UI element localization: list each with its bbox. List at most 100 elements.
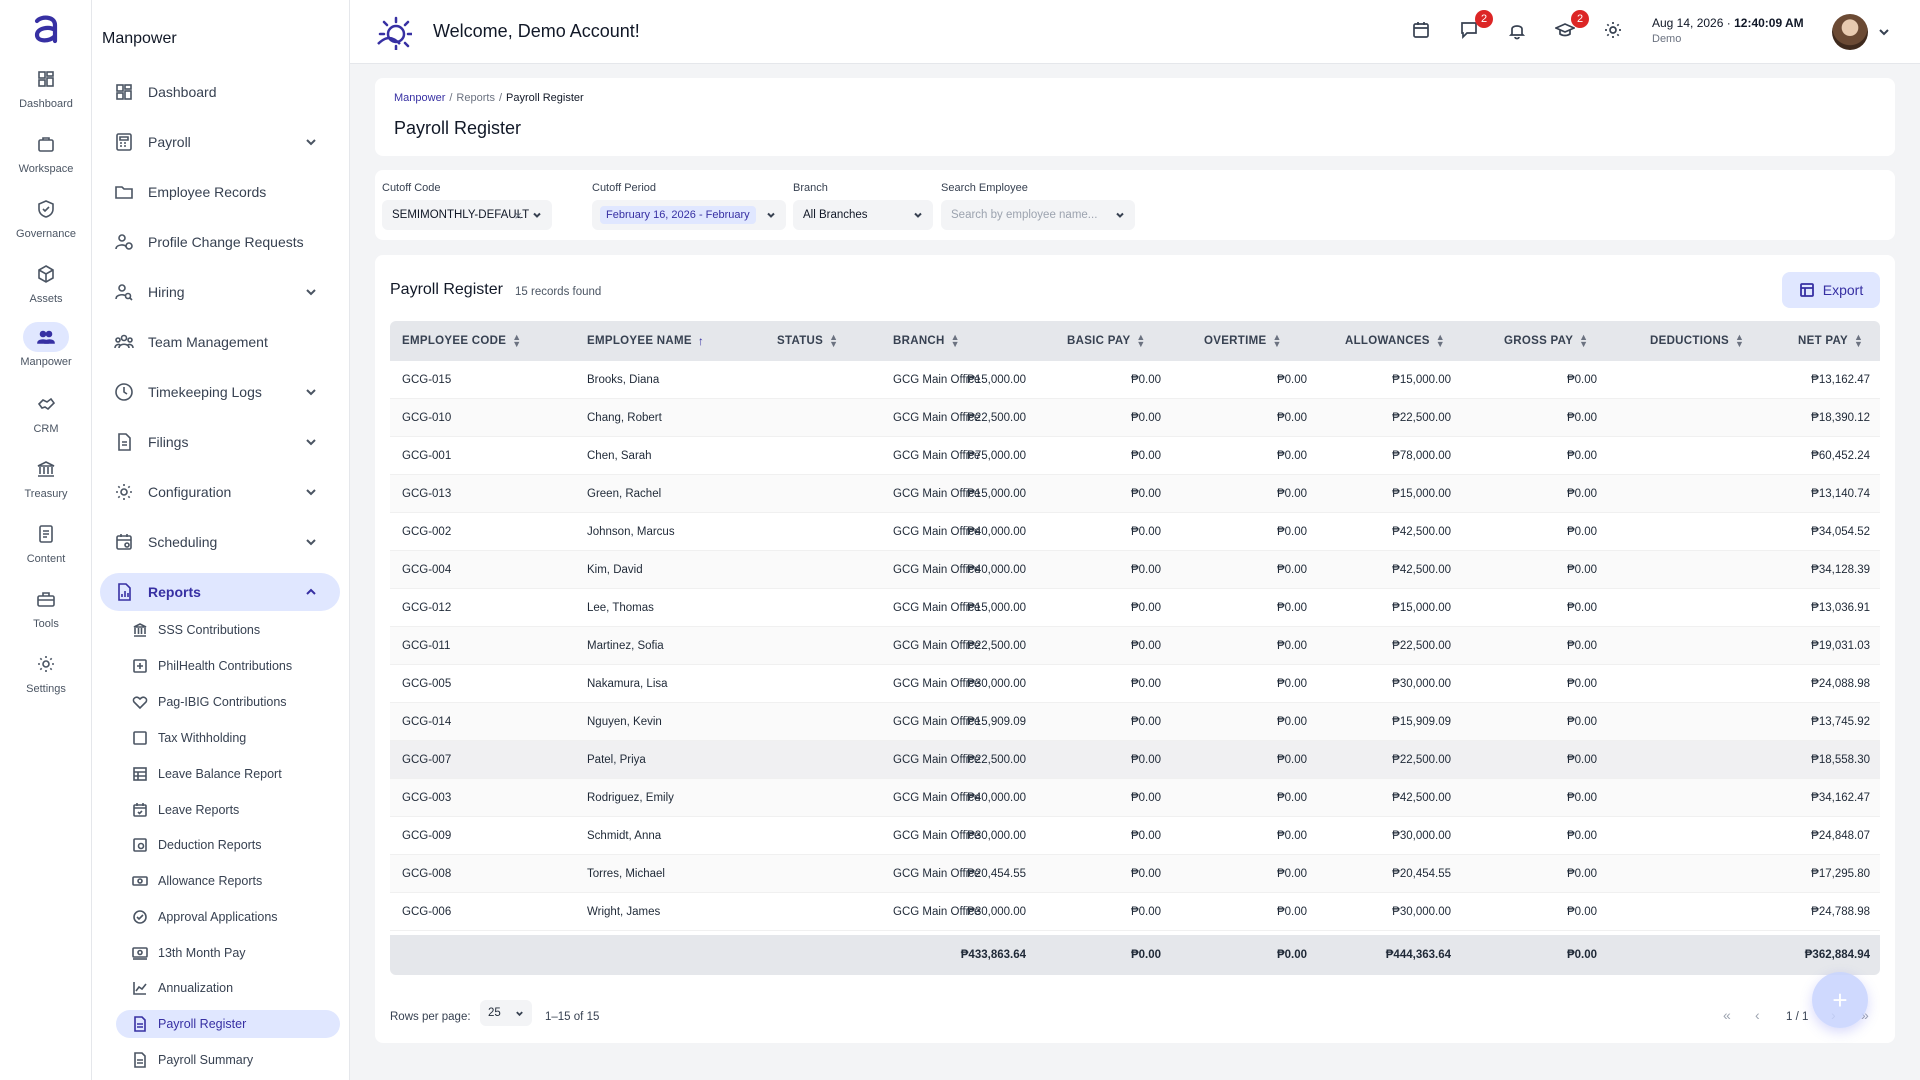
cell-gross-pay: ₱30,000.00 bbox=[1392, 830, 1451, 842]
report-payroll-summary[interactable]: Payroll Summary bbox=[116, 1046, 340, 1074]
table-row[interactable]: GCG-006 Wright, James GCG Main Office ₱30,0… bbox=[390, 893, 1880, 931]
avatar[interactable] bbox=[1832, 14, 1868, 50]
report-item-label: Deduction Reports bbox=[158, 838, 262, 852]
cell-net-pay: ₱13,140.74 bbox=[1811, 488, 1870, 500]
table-row[interactable]: GCG-004 Kim, David GCG Main Office ₱40,000.… bbox=[390, 551, 1880, 589]
sidebar-item-dashboard[interactable]: Dashboard bbox=[100, 73, 340, 111]
sidebar-item-reports[interactable]: Reports bbox=[100, 573, 340, 611]
rail-settings[interactable]: Settings bbox=[0, 649, 92, 709]
notifications-button[interactable] bbox=[1507, 20, 1529, 42]
sidebar: Manpower Dashboard Payroll Employee Reco… bbox=[92, 0, 350, 1080]
sidebar-item-scheduling[interactable]: Scheduling bbox=[100, 523, 340, 561]
search-employee-input[interactable]: Search by employee name... bbox=[941, 200, 1135, 230]
app-logo[interactable] bbox=[28, 12, 64, 48]
table-row[interactable]: GCG-005 Nakamura, Lisa GCG Main Office ₱30,… bbox=[390, 665, 1880, 703]
col-label: EMPLOYEE NAME bbox=[587, 335, 692, 347]
rail-tools[interactable]: Tools bbox=[0, 584, 92, 644]
table-row[interactable]: GCG-002 Johnson, Marcus GCG Main Office ₱40… bbox=[390, 513, 1880, 551]
col-status[interactable]: STATUS ▲ ▼ bbox=[777, 321, 838, 361]
rail-assets[interactable]: Assets bbox=[0, 259, 92, 319]
rail-manpower[interactable]: Manpower bbox=[0, 322, 92, 382]
floating-add-button[interactable]: + bbox=[1812, 972, 1868, 1028]
report-sss-contributions[interactable]: SSS Contributions bbox=[116, 616, 340, 644]
report-tax-withholding[interactable]: Tax Withholding bbox=[116, 724, 340, 752]
doc-icon bbox=[134, 1052, 146, 1068]
rail-label: Assets bbox=[29, 293, 63, 305]
sidebar-item-profile-change-requests[interactable]: Profile Change Requests bbox=[100, 223, 340, 261]
sidebar-item-hiring[interactable]: Hiring bbox=[100, 273, 340, 311]
report-allowance-reports[interactable]: Allowance Reports bbox=[116, 867, 340, 895]
calendar-button[interactable] bbox=[1411, 20, 1433, 42]
breadcrumb-reports[interactable]: Reports bbox=[456, 92, 495, 104]
report-leave-balance[interactable]: Leave Balance Report bbox=[116, 760, 340, 788]
messages-button[interactable]: 2 bbox=[1459, 10, 1493, 42]
report-philhealth-contributions[interactable]: PhilHealth Contributions bbox=[116, 652, 340, 680]
table-row[interactable]: GCG-007 Patel, Priya GCG Main Office ₱22,50… bbox=[390, 741, 1880, 779]
report-approval-applications[interactable]: Approval Applications bbox=[116, 903, 340, 931]
clear-icon[interactable]: × bbox=[514, 208, 522, 223]
cell-employee-name: Brooks, Diana bbox=[587, 374, 660, 386]
cell-basic-pay: ₱40,000.00 bbox=[967, 792, 1026, 804]
cutoff-code-select[interactable]: SEMIMONTHLY-DEFAULT × bbox=[382, 200, 552, 230]
breadcrumb-manpower[interactable]: Manpower bbox=[394, 92, 445, 104]
rail-content[interactable]: Content bbox=[0, 519, 92, 579]
sidebar-item-payroll[interactable]: Payroll bbox=[100, 123, 340, 161]
report-deduction-reports[interactable]: Deduction Reports bbox=[116, 831, 340, 859]
payroll-register-card: Payroll Register 15 records found Export… bbox=[375, 255, 1895, 1043]
cell-employee-name: Nakamura, Lisa bbox=[587, 678, 668, 690]
sidebar-item-configuration[interactable]: Configuration bbox=[100, 473, 340, 511]
export-button[interactable]: Export bbox=[1782, 272, 1880, 308]
col-net-pay[interactable]: NET PAY ▲ ▼ bbox=[1798, 321, 1863, 361]
col-overtime[interactable]: OVERTIME ▲ ▼ bbox=[1204, 321, 1282, 361]
first-page-button[interactable]: « bbox=[1723, 1007, 1731, 1023]
cutoff-period-select[interactable]: February 16, 2026 - February bbox=[592, 200, 786, 230]
table-row[interactable]: GCG-015 Brooks, Diana GCG Main Office ₱15,0… bbox=[390, 361, 1880, 399]
table-row[interactable]: GCG-010 Chang, Robert GCG Main Office ₱22,5… bbox=[390, 399, 1880, 437]
report-payroll-register[interactable]: Payroll Register bbox=[116, 1010, 340, 1038]
col-deductions[interactable]: DEDUCTIONS ▲ ▼ bbox=[1650, 321, 1744, 361]
person-change-icon bbox=[115, 234, 133, 250]
col-allowances[interactable]: ALLOWANCES ▲ ▼ bbox=[1345, 321, 1445, 361]
rail-crm[interactable]: CRM bbox=[0, 389, 92, 449]
sidebar-item-team-management[interactable]: Team Management bbox=[100, 323, 340, 361]
cell-overtime: ₱0.00 bbox=[1130, 602, 1161, 614]
col-gross-pay[interactable]: GROSS PAY ▲ ▼ bbox=[1504, 321, 1588, 361]
table-row[interactable]: GCG-001 Chen, Sarah GCG Main Office ₱75,000… bbox=[390, 437, 1880, 475]
prev-page-button[interactable]: ‹ bbox=[1755, 1007, 1760, 1023]
rail-workspace[interactable]: Workspace bbox=[0, 129, 92, 189]
table-row[interactable]: GCG-012 Lee, Thomas GCG Main Office ₱15,000… bbox=[390, 589, 1880, 627]
table-row[interactable]: GCG-003 Rodriguez, Emily GCG Main Office ₱4… bbox=[390, 779, 1880, 817]
branch-select[interactable]: All Branches bbox=[793, 200, 933, 230]
rows-per-page-select[interactable]: 25 bbox=[480, 1000, 532, 1026]
report-13th-month-pay[interactable]: 13th Month Pay bbox=[116, 939, 340, 967]
table-row[interactable]: GCG-008 Torres, Michael GCG Main Office ₱20… bbox=[390, 855, 1880, 893]
col-branch[interactable]: BRANCH ▲ ▼ bbox=[893, 321, 960, 361]
sidebar-item-timekeeping-logs[interactable]: Timekeeping Logs bbox=[100, 373, 340, 411]
total-deductions: ₱0.00 bbox=[1566, 949, 1597, 961]
settings-button[interactable] bbox=[1603, 20, 1625, 42]
sidebar-item-employee-records[interactable]: Employee Records bbox=[100, 173, 340, 211]
report-annualization[interactable]: Annualization bbox=[116, 974, 340, 1002]
sidebar-item-filings[interactable]: Filings bbox=[100, 423, 340, 461]
col-employee-name[interactable]: EMPLOYEE NAME ↑ bbox=[587, 321, 704, 361]
chevron-down-icon[interactable] bbox=[1878, 26, 1890, 38]
rail-dashboard[interactable]: Dashboard bbox=[0, 64, 92, 124]
sort-icon: ▲ ▼ bbox=[1272, 332, 1282, 349]
table-row[interactable]: GCG-009 Schmidt, Anna GCG Main Office ₱30,0… bbox=[390, 817, 1880, 855]
records-count: 15 records found bbox=[515, 286, 602, 298]
rail-governance[interactable]: Governance bbox=[0, 194, 92, 254]
table-row[interactable]: GCG-013 Green, Rachel GCG Main Office ₱15,0… bbox=[390, 475, 1880, 513]
report-pagibig-contributions[interactable]: Pag-IBIG Contributions bbox=[116, 688, 340, 716]
col-employee-code[interactable]: EMPLOYEE CODE ▲ ▼ bbox=[402, 321, 521, 361]
rail-treasury[interactable]: Treasury bbox=[0, 454, 92, 514]
check-circle-icon bbox=[133, 910, 147, 924]
training-button[interactable]: 2 bbox=[1553, 10, 1589, 42]
breadcrumb-current: Payroll Register bbox=[506, 92, 584, 104]
table-row[interactable]: GCG-014 Nguyen, Kevin GCG Main Office ₱15,9… bbox=[390, 703, 1880, 741]
cell-gross-pay: ₱15,909.09 bbox=[1392, 716, 1451, 728]
cell-overtime: ₱0.00 bbox=[1130, 640, 1161, 652]
col-basic-pay[interactable]: BASIC PAY ▲ ▼ bbox=[1067, 321, 1146, 361]
report-leave-reports[interactable]: Leave Reports bbox=[116, 796, 340, 824]
cell-deductions: ₱0.00 bbox=[1566, 716, 1597, 728]
table-row[interactable]: GCG-011 Martinez, Sofia GCG Main Office ₱22… bbox=[390, 627, 1880, 665]
